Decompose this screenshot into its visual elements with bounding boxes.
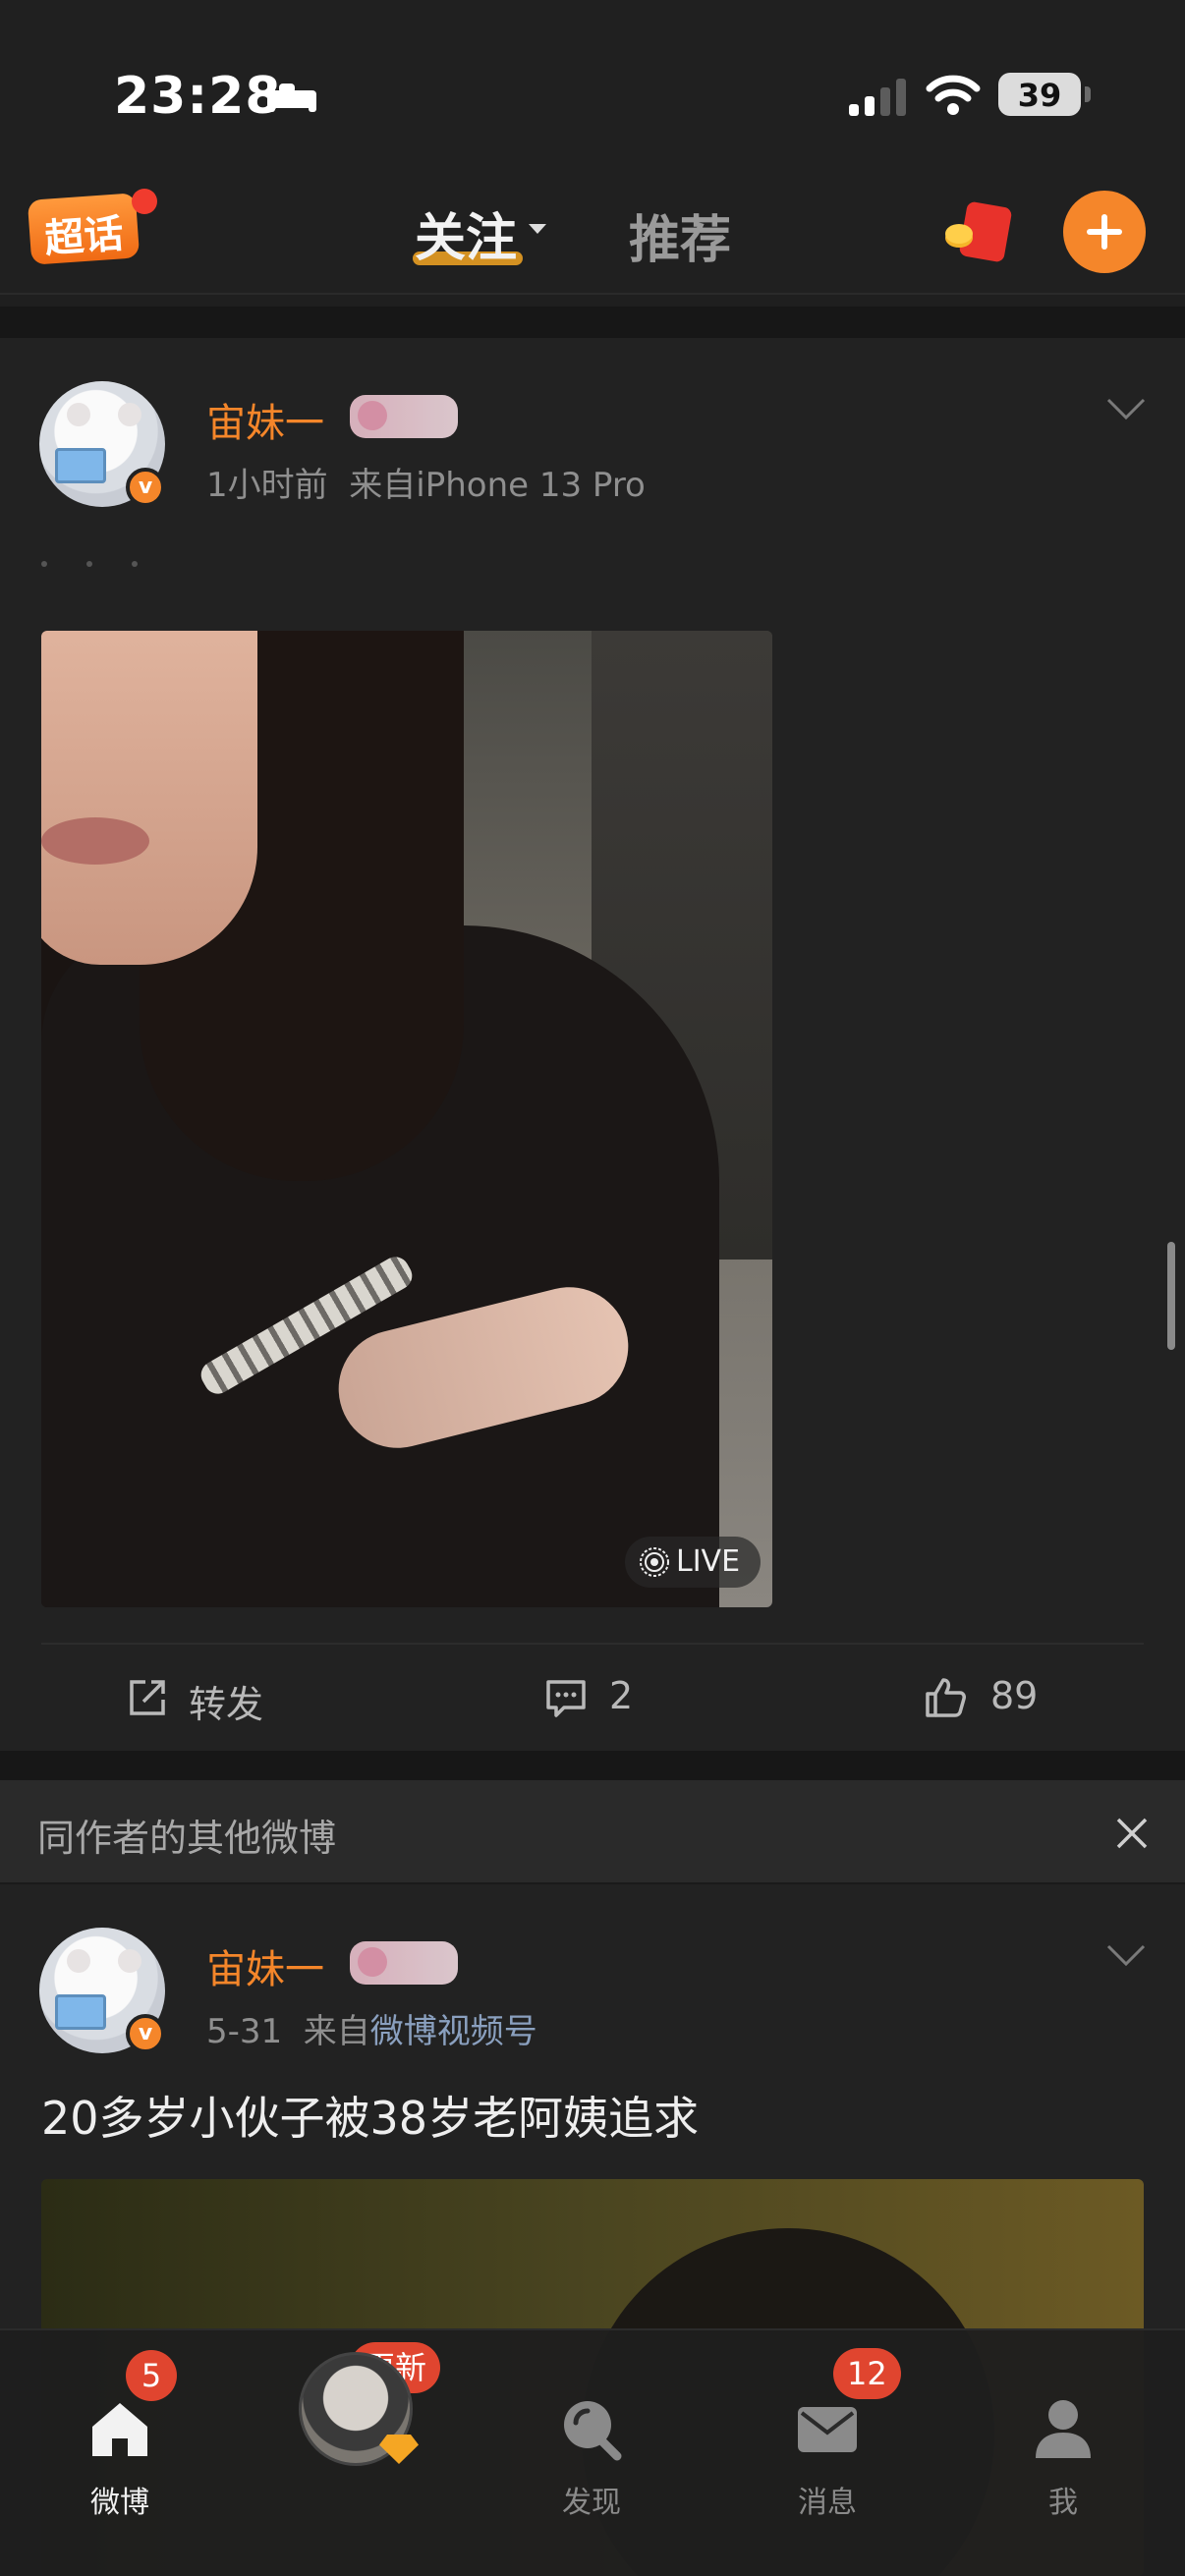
post-source: iPhone 13 Pro — [416, 466, 646, 505]
unread-badge: 12 — [833, 2348, 901, 2399]
red-packet-icon[interactable] — [941, 196, 1016, 265]
tab-label: 我 — [1048, 2486, 1078, 2520]
discover-icon — [564, 2401, 622, 2461]
post-time: 5-31 — [206, 2012, 283, 2051]
name-decoration-badge — [350, 395, 458, 438]
related-posts-header: 同作者的其他微博 — [0, 1780, 1185, 1882]
author-name[interactable]: 宙妹一 — [206, 391, 324, 448]
live-label: LIVE — [676, 1544, 741, 1579]
post-source-prefix: 来自 — [349, 466, 417, 505]
verified-badge-icon: v — [126, 468, 165, 507]
top-nav: 超话 关注 推荐 — [0, 167, 1185, 295]
wifi-icon — [926, 75, 981, 115]
post-time: 1小时前 — [206, 466, 328, 505]
section-separator — [0, 1751, 1185, 1780]
profile-icon — [1036, 2400, 1091, 2458]
repost-label: 转发 — [189, 1683, 264, 1726]
post-source-prefix: 来自 — [303, 2012, 370, 2051]
tab-recommend[interactable]: 推荐 — [629, 198, 731, 272]
repost-button[interactable]: 转发 — [126, 1670, 283, 1726]
comment-count: 2 — [609, 1674, 634, 1717]
bottom-tab-bar: 微博 5 更新 发现 消息 12 我 — [0, 2328, 1185, 2576]
name-decoration-badge — [350, 1941, 458, 1985]
comment-button[interactable]: 2 — [544, 1670, 662, 1725]
tab-label: 发现 — [562, 2486, 621, 2520]
battery-level: 39 — [1017, 77, 1062, 114]
post-meta: 5-31 来自微博视频号 — [206, 2004, 537, 2052]
supertopic-button[interactable]: 超话 — [27, 193, 141, 265]
notification-dot — [132, 189, 157, 214]
unread-badge: 5 — [126, 2350, 177, 2401]
chevron-down-icon[interactable] — [529, 224, 546, 234]
tab-me[interactable]: 我 — [985, 2360, 1142, 2520]
close-icon[interactable] — [1114, 1816, 1150, 1851]
feed-separator — [0, 307, 1185, 338]
like-button[interactable]: 89 — [924, 1670, 1061, 1725]
status-time: 23:28 — [114, 67, 282, 126]
status-bar: 23:28 39 — [0, 0, 1185, 167]
post-text: 20多岁小伙子被38岁老阿姨追求 — [41, 2092, 700, 2145]
live-photo-icon — [640, 1547, 669, 1577]
compose-button[interactable] — [1063, 191, 1146, 273]
home-icon — [92, 2403, 147, 2456]
post-image[interactable]: LIVE — [41, 631, 772, 1607]
message-icon — [798, 2407, 857, 2452]
chevron-down-icon[interactable] — [1106, 1943, 1146, 1967]
post-source-link[interactable]: 微博视频号 — [370, 2012, 537, 2051]
battery-indicator: 39 — [998, 73, 1091, 116]
cellular-signal-icon — [849, 79, 906, 116]
share-icon — [130, 1680, 165, 1715]
tab-label: 消息 — [798, 2486, 857, 2520]
chevron-down-icon[interactable] — [1106, 397, 1146, 420]
tab-label: 微博 — [90, 2486, 149, 2520]
comment-icon — [546, 1680, 586, 1717]
tab-follow[interactable]: 关注 — [415, 196, 517, 270]
related-posts-title: 同作者的其他微博 — [37, 1817, 337, 1860]
post-meta: 1小时前 来自iPhone 13 Pro — [206, 458, 646, 506]
thumbs-up-icon — [926, 1678, 966, 1717]
scrollbar[interactable] — [1167, 1242, 1175, 1350]
sleep-mode-icon — [267, 81, 316, 112]
post-text — [41, 552, 238, 586]
live-photo-badge: LIVE — [625, 1537, 761, 1588]
divider — [41, 1643, 1144, 1645]
like-count: 89 — [990, 1674, 1039, 1717]
supertopic-label: 超话 — [43, 211, 126, 262]
verified-badge-icon: v — [126, 2014, 165, 2053]
tab-discover[interactable]: 发现 — [513, 2360, 670, 2520]
author-name[interactable]: 宙妹一 — [206, 1937, 324, 1994]
